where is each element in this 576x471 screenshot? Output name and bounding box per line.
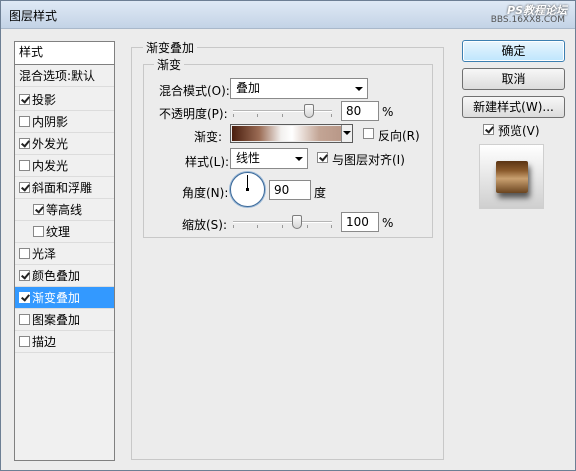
gradient-style-value: 线性 <box>236 151 261 165</box>
sidebar-item-checkbox[interactable] <box>19 182 30 193</box>
preview-label: 预览(V) <box>498 124 540 138</box>
gradient-label: 渐变: <box>194 130 223 144</box>
align-with-layer-label: 与图层对齐(I) <box>332 153 405 167</box>
angle-dial[interactable] <box>230 172 265 207</box>
styles-list: 样式 混合选项:默认 投影内阴影外发光内发光斜面和浮雕等高线纹理光泽颜色叠加渐变… <box>14 41 115 461</box>
sidebar-item[interactable]: 光泽 <box>15 243 114 265</box>
opacity-value: 80 <box>346 104 362 118</box>
align-with-layer-checkbox[interactable] <box>317 152 328 163</box>
sidebar-item-label: 光泽 <box>32 247 57 261</box>
sidebar-item[interactable]: 渐变叠加 <box>15 287 114 309</box>
layer-style-dialog: 图层样式 PS教程论坛 BBS.16XX8.COM 样式 混合选项:默认 投影内… <box>0 0 576 471</box>
chevron-down-icon <box>295 157 303 161</box>
opacity-input[interactable]: 80 <box>341 101 379 121</box>
opacity-slider-thumb[interactable] <box>304 104 314 118</box>
angle-value: 90 <box>274 183 290 197</box>
style-preview-swatch <box>496 161 528 193</box>
sidebar-item[interactable]: 描边 <box>15 331 114 353</box>
scale-label: 缩放(S): <box>182 218 228 232</box>
cancel-button[interactable]: 取消 <box>462 68 565 90</box>
sidebar-item-checkbox[interactable] <box>19 270 30 281</box>
angle-dial-center <box>246 188 249 191</box>
sidebar-item-label: 纹理 <box>46 225 71 239</box>
scale-slider[interactable] <box>233 215 332 229</box>
sidebar-item[interactable]: 纹理 <box>15 221 114 243</box>
sidebar-item-label: 外发光 <box>32 137 69 151</box>
opacity-unit: % <box>382 105 394 119</box>
sidebar-item-checkbox[interactable] <box>19 138 30 149</box>
gradient-picker[interactable] <box>230 124 353 143</box>
sidebar-item-checkbox[interactable] <box>19 248 30 259</box>
sidebar-item-checkbox[interactable] <box>19 160 30 171</box>
slider-tick <box>331 225 332 228</box>
scale-input[interactable]: 100 <box>341 212 379 232</box>
sidebar-item-label: 投影 <box>32 93 57 107</box>
sidebar-item-checkbox[interactable] <box>33 204 44 215</box>
chevron-down-icon <box>343 131 351 135</box>
slider-tick <box>233 114 234 117</box>
slider-tick <box>282 225 283 228</box>
slider-tick <box>307 225 308 228</box>
sidebar-item[interactable]: 外发光 <box>15 133 114 155</box>
angle-label: 角度(N): <box>182 186 229 200</box>
opacity-slider-track <box>233 110 332 112</box>
blend-options-item[interactable]: 混合选项:默认 <box>15 65 114 87</box>
chevron-down-icon <box>355 87 363 91</box>
window-title: 图层样式 <box>9 9 58 23</box>
styles-header[interactable]: 样式 <box>15 42 114 65</box>
title-bar[interactable]: 图层样式 PS教程论坛 BBS.16XX8.COM <box>1 1 575 29</box>
slider-tick <box>257 114 258 117</box>
sidebar-item[interactable]: 投影 <box>15 89 114 111</box>
angle-unit: 度 <box>314 186 327 200</box>
reverse-checkbox[interactable] <box>363 128 374 139</box>
sidebar-item[interactable]: 颜色叠加 <box>15 265 114 287</box>
watermark-url: BBS.16XX8.COM <box>490 15 565 25</box>
slider-tick <box>331 114 332 117</box>
gradient-dropdown-button[interactable] <box>341 125 352 142</box>
scale-slider-thumb[interactable] <box>292 215 302 229</box>
scale-slider-track <box>233 221 332 223</box>
sidebar-item-checkbox[interactable] <box>19 314 30 325</box>
sidebar-item-label: 渐变叠加 <box>32 291 81 305</box>
sidebar-item-label: 颜色叠加 <box>32 269 81 283</box>
opacity-slider[interactable] <box>233 104 332 118</box>
gradient-overlay-title: 渐变叠加 <box>143 39 198 56</box>
sidebar-item[interactable]: 图案叠加 <box>15 309 114 331</box>
style-label: 样式(L): <box>185 155 230 169</box>
sidebar-item-checkbox[interactable] <box>19 292 30 303</box>
sidebar-item[interactable]: 等高线 <box>15 199 114 221</box>
sidebar-item[interactable]: 内发光 <box>15 155 114 177</box>
blend-mode-value: 叠加 <box>236 81 261 95</box>
sidebar-item-checkbox[interactable] <box>33 226 44 237</box>
blend-options-label: 混合选项:默认 <box>19 69 96 83</box>
sidebar-item-checkbox[interactable] <box>19 336 30 347</box>
new-style-button[interactable]: 新建样式(W)... <box>462 96 565 118</box>
sidebar-item-label: 等高线 <box>46 203 83 217</box>
angle-input[interactable]: 90 <box>269 180 311 200</box>
sidebar-item-checkbox[interactable] <box>19 94 30 105</box>
slider-tick <box>282 114 283 117</box>
sidebar-item-label: 描边 <box>32 335 57 349</box>
sidebar-item[interactable]: 内阴影 <box>15 111 114 133</box>
style-preview-box <box>479 144 544 209</box>
sidebar-item-label: 内阴影 <box>32 115 69 129</box>
sidebar-item-checkbox[interactable] <box>19 116 30 127</box>
gradient-subgroup-title: 渐变 <box>154 56 185 73</box>
reverse-label: 反向(R) <box>378 129 420 143</box>
gradient-style-select[interactable]: 线性 <box>230 148 308 169</box>
slider-tick <box>257 225 258 228</box>
sidebar-item-label: 内发光 <box>32 159 69 173</box>
scale-value: 100 <box>346 215 369 229</box>
opacity-label: 不透明度(P): <box>159 107 228 121</box>
slider-tick <box>233 225 234 228</box>
scale-unit: % <box>382 216 394 230</box>
ok-button[interactable]: 确定 <box>462 40 565 62</box>
blend-mode-label: 混合模式(O): <box>159 84 230 98</box>
preview-checkbox[interactable] <box>483 124 494 135</box>
gradient-preview-bar[interactable] <box>232 126 341 141</box>
sidebar-item-label: 斜面和浮雕 <box>32 181 93 195</box>
sidebar-item[interactable]: 斜面和浮雕 <box>15 177 114 199</box>
blend-mode-select[interactable]: 叠加 <box>230 78 368 99</box>
sidebar-item-label: 图案叠加 <box>32 313 81 327</box>
